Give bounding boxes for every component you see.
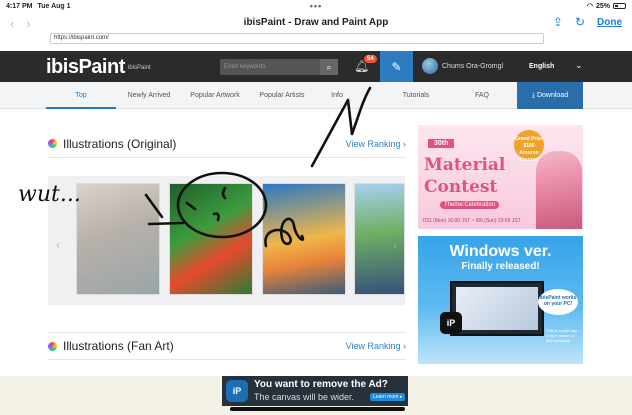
battery-percent: 25% — [595, 2, 610, 10]
language-select[interactable]: English — [529, 63, 554, 70]
banner-line-1: You want to remove the Ad? — [254, 379, 388, 390]
monitor-illustration — [450, 281, 544, 336]
contest-number: 30th — [428, 139, 455, 148]
section-title: Illustrations (Fan Art) — [63, 339, 174, 353]
ad-note: This is a paid app. A free version is al… — [546, 328, 579, 343]
site-header: ibisPaint ibisPaint Enter keywords ⌕ 🔔︎ … — [0, 51, 632, 82]
browser-toolbar: ‹ › ibisPaint - Draw and Paint App ⇪ ↻ D… — [0, 13, 632, 31]
contest-title-1: Material — [424, 155, 506, 175]
ibispaint-app-icon: iP — [440, 312, 462, 334]
ibispaint-logo[interactable]: ibisPaint — [46, 56, 125, 79]
view-ranking-link[interactable]: View Ranking › — [346, 139, 406, 149]
view-ranking-link[interactable]: View Ranking › — [346, 341, 406, 351]
material-contest-ad[interactable]: Grand Prize $100 Amazon Coupon 30th Mate… — [418, 125, 583, 229]
wifi-icon: ◠ — [586, 3, 593, 10]
status-date: Tue Aug 1 — [37, 2, 71, 10]
learn-more-button[interactable]: Learn more ▸ — [370, 393, 406, 401]
share-icon[interactable]: ⇪ — [553, 15, 563, 29]
tab-popular-artists[interactable]: Popular Artists — [250, 82, 314, 109]
ad-subline: Finally released! — [461, 261, 540, 272]
tab-popular-artwork[interactable]: Popular Artwork — [182, 82, 248, 109]
tab-download[interactable]: ⤓ Download — [517, 82, 583, 109]
view-ranking-label: View Ranking — [345, 138, 401, 149]
contest-theme: Theme:Celebration — [440, 201, 500, 209]
tab-faq[interactable]: FAQ — [450, 82, 514, 109]
illustration-carousel: ‹ › — [48, 176, 405, 305]
speech-bubble: ibisPaint works on your PC! — [538, 289, 578, 315]
ios-status-bar: 4:17 PM Tue Aug 1 ••• ◠ 25% — [0, 0, 632, 12]
prize-badge: Grand Prize $100 Amazon Coupon — [514, 130, 544, 163]
avatar — [422, 58, 438, 74]
section-header-fan-art: Illustrations (Fan Art) View Ranking › — [48, 332, 406, 360]
tab-info[interactable]: Info — [312, 82, 362, 109]
main-nav-tabs: Top Newly Arrived Popular Artwork Popula… — [0, 82, 632, 109]
remove-ad-banner[interactable]: iP You want to remove the Ad? The canvas… — [222, 376, 408, 406]
chevron-right-icon[interactable]: › — [393, 238, 403, 252]
character-illustration — [536, 151, 582, 229]
ibispaint-app-icon: iP — [226, 380, 248, 402]
user-menu[interactable]: Chums Ora-Gromgl — [422, 58, 503, 74]
notification-badge: 54 — [364, 55, 377, 63]
reload-icon[interactable]: ↻ — [575, 15, 585, 29]
artwork-thumbnail[interactable] — [76, 183, 160, 295]
battery-icon — [613, 3, 626, 9]
search-icon[interactable]: ⌕ — [320, 59, 338, 75]
url-field[interactable]: https://ibispaint.com/ — [50, 33, 544, 44]
home-indicator — [230, 407, 405, 411]
status-time: 4:17 PM — [6, 2, 33, 10]
artwork-thumbnail[interactable] — [169, 183, 253, 295]
username: Chums Ora-Gromgl — [442, 62, 504, 70]
chevron-down-icon[interactable]: ⌄ — [575, 60, 583, 71]
windows-version-ad[interactable]: Windows ver. Finally released! ibisPaint… — [418, 236, 583, 364]
multitasking-dots-icon[interactable]: ••• — [310, 1, 322, 11]
search-input[interactable]: Enter keywords — [220, 59, 320, 75]
done-button[interactable]: Done — [597, 17, 622, 28]
section-header-original: Illustrations (Original) View Ranking › — [48, 130, 406, 158]
banner-line-2: The canvas will be wider. — [254, 392, 355, 402]
tab-newly-arrived[interactable]: Newly Arrived — [118, 82, 180, 109]
section-title: Illustrations (Original) — [63, 136, 177, 151]
artwork-thumbnail[interactable] — [262, 183, 346, 295]
contest-dates: 7/31 (Mon) 16:00 JST ~ 8/6 (Sun) 23:59 J… — [422, 218, 521, 224]
chevron-left-icon[interactable]: ‹ — [56, 238, 66, 252]
contest-title-2: Contest — [424, 177, 498, 197]
tab-tutorials[interactable]: Tutorials — [384, 82, 448, 109]
ad-headline: Windows ver. — [449, 243, 552, 260]
ibis-color-icon — [48, 139, 57, 148]
ibis-color-icon — [48, 341, 57, 351]
page-title: ibisPaint - Draw and Paint App — [243, 17, 389, 28]
view-ranking-label: View Ranking — [345, 341, 401, 351]
tab-top[interactable]: Top — [46, 82, 116, 109]
tab-download-label: Download — [536, 92, 569, 99]
download-icon: ⤓ — [531, 92, 535, 99]
logo-subtitle: ibisPaint — [128, 65, 151, 71]
pencil-edit-icon[interactable]: ✎ — [380, 51, 413, 82]
